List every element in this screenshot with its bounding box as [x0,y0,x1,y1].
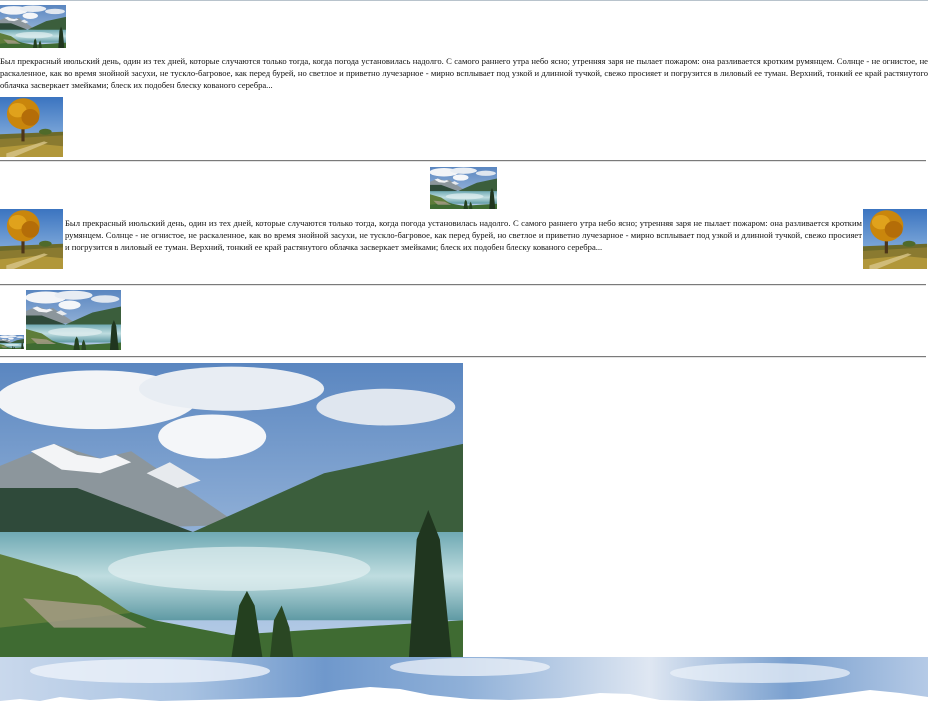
lake-image-tiny [0,335,24,349]
divider-3 [0,356,926,358]
lake-image-centered [430,167,497,209]
lake-thumbnail-1 [0,5,66,48]
autumn-tree-image-1 [0,97,63,157]
lake-image-medium [26,290,121,350]
divider-1 [0,160,926,162]
top-border [0,0,928,1]
divider-2 [0,284,926,286]
article-paragraph-2: Был прекрасный июльский день, один из те… [65,218,862,252]
lake-image-large [0,363,463,657]
mountain-banner-image [0,657,928,704]
autumn-tree-image-left [0,209,63,269]
autumn-tree-image-right [863,209,927,269]
article-paragraph-1: Был прекрасный июльский день, один из те… [0,56,928,90]
